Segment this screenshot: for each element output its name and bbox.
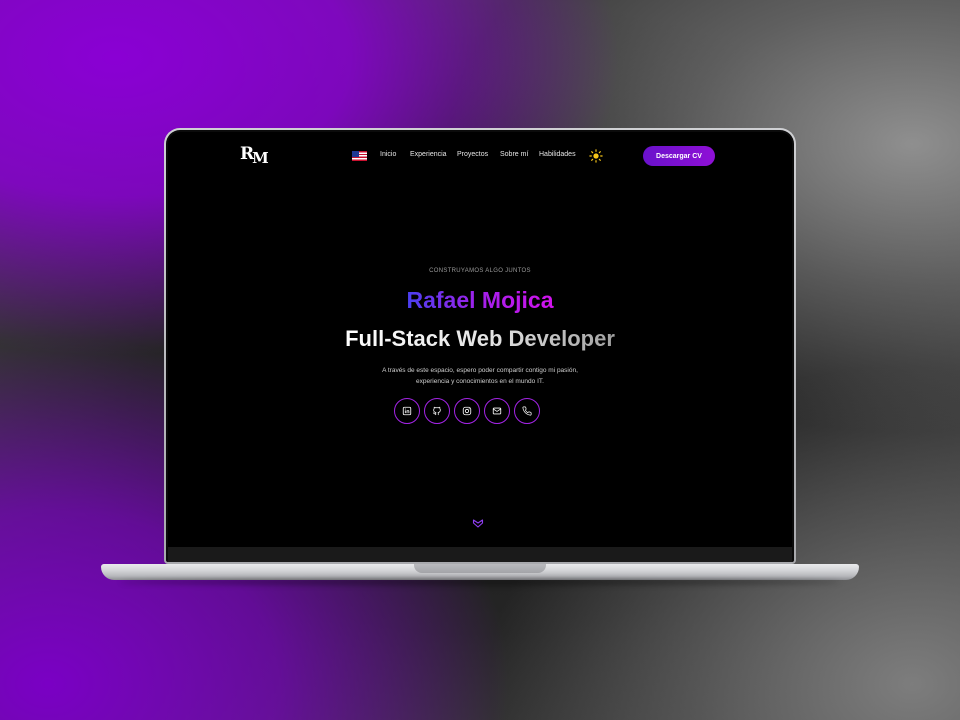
hero-description-line-2: experiencia y conocimientos en el mundo … — [416, 378, 544, 385]
nav-link-proyectos[interactable]: Proyectos — [457, 151, 488, 158]
phone-button[interactable] — [514, 398, 540, 424]
nav-link-inicio[interactable]: Inicio — [380, 151, 396, 158]
mail-button[interactable] — [484, 398, 510, 424]
chevron-down-icon[interactable] — [472, 518, 484, 530]
nav-link-sobre-mi[interactable]: Sobre mí — [500, 151, 528, 158]
laptop-screen: RM Inicio Experiencia Proyectos Sobre mí… — [168, 132, 792, 547]
navbar: RM Inicio Experiencia Proyectos Sobre mí… — [168, 132, 792, 178]
social-links — [394, 398, 540, 428]
github-icon — [432, 406, 441, 416]
mail-icon — [492, 407, 502, 415]
hero-description-line-1: A través de este espacio, espero poder c… — [382, 367, 578, 374]
hero-name-text: Rafael Mojica — [406, 287, 554, 313]
hero-name: Rafael Mojica — [168, 287, 792, 314]
linkedin-button[interactable] — [394, 398, 420, 424]
hero-description: A través de este espacio, espero poder c… — [168, 365, 792, 387]
instagram-icon — [462, 406, 472, 416]
sun-icon[interactable] — [589, 149, 603, 163]
nav-link-experiencia[interactable]: Experiencia — [410, 151, 447, 158]
linkedin-icon — [402, 406, 412, 416]
github-button[interactable] — [424, 398, 450, 424]
hero-role-text: Full-Stack Web Developer — [345, 326, 615, 351]
phone-icon — [522, 406, 532, 416]
nav-link-habilidades[interactable]: Habilidades — [539, 151, 576, 158]
instagram-button[interactable] — [454, 398, 480, 424]
download-cv-button[interactable]: Descargar CV — [643, 146, 715, 166]
us-flag-icon[interactable] — [352, 151, 367, 161]
laptop-base-notch — [414, 564, 546, 573]
hero-role: Full-Stack Web Developer — [168, 326, 792, 352]
site-logo[interactable]: RM — [240, 144, 269, 167]
screen-bottom-strip — [168, 547, 792, 562]
hero-eyebrow: CONSTRUYAMOS ALGO JUNTOS — [429, 268, 531, 274]
laptop-shadow — [120, 579, 840, 585]
